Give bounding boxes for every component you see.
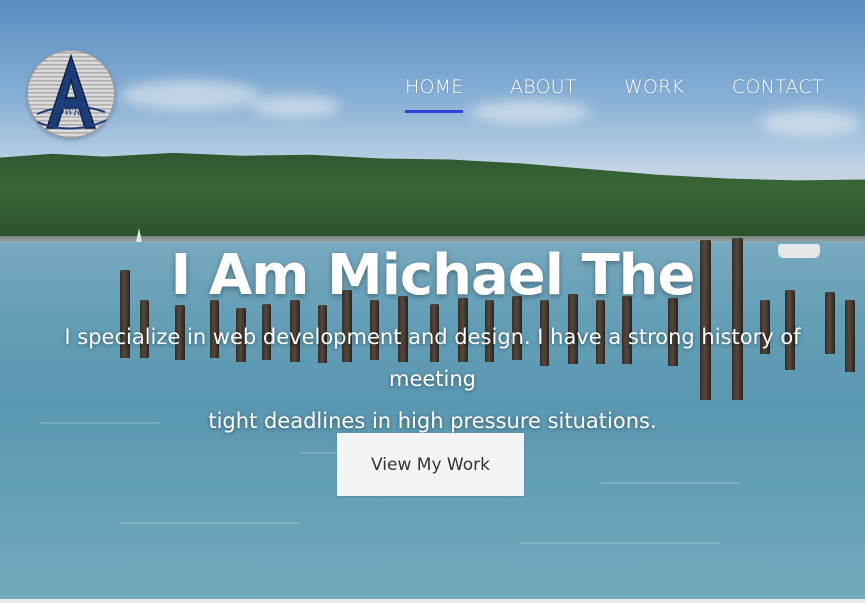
main-nav: HOME ABOUT WORK CONTACT <box>0 76 865 116</box>
hero-headline: I Am Michael The <box>170 243 695 308</box>
nav-work[interactable]: WORK <box>624 76 684 98</box>
hero-subtext: I specialize in web development and desi… <box>40 316 825 442</box>
nav-home[interactable]: HOME <box>405 76 464 113</box>
page-bottom-edge <box>0 599 865 603</box>
nav-about[interactable]: ABOUT <box>510 76 577 98</box>
view-my-work-button[interactable]: View My Work <box>337 433 524 496</box>
nav-contact[interactable]: CONTACT <box>732 76 824 98</box>
hero-subtext-line: I specialize in web development and desi… <box>64 325 801 391</box>
